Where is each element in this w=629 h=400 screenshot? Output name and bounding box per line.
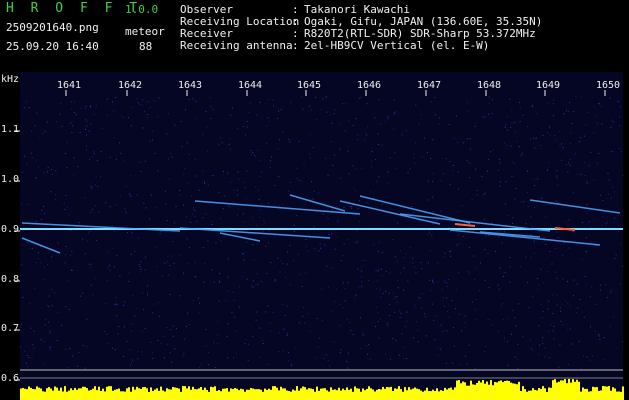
strong-echo <box>454 223 476 227</box>
meteor-trail <box>449 229 601 246</box>
meteor-trail <box>529 199 621 214</box>
x-tick-1646: 1646 <box>357 80 382 91</box>
y-tick-0.6: 0.6 <box>1 373 20 384</box>
y-tick-0.7: 0.7 <box>1 323 20 334</box>
y-tick-1.1: 1.1 <box>1 124 20 135</box>
y-tick-0.9: 0.9 <box>1 224 20 235</box>
x-tick-1645: 1645 <box>297 80 322 91</box>
x-tick-1647: 1647 <box>417 80 442 91</box>
y-tick-0.8: 0.8 <box>1 274 20 285</box>
noise-layer <box>20 96 624 369</box>
x-tick-1650: 1650 <box>596 80 621 91</box>
x-tick-1643: 1643 <box>178 80 203 91</box>
x-tick-1648: 1648 <box>477 80 502 91</box>
x-tick-1649: 1649 <box>536 80 561 91</box>
x-tick-1641: 1641 <box>57 80 82 91</box>
y-tick-1.0: 1.0 <box>1 174 20 185</box>
y-unit-label: kHz <box>1 74 20 85</box>
meteor-trail <box>219 232 261 242</box>
amplitude-bar <box>20 378 624 400</box>
meteor-trail <box>21 237 61 254</box>
spectrogram-overlay <box>14 90 624 400</box>
x-tick-1642: 1642 <box>118 80 143 91</box>
x-tick-1644: 1644 <box>238 80 263 91</box>
